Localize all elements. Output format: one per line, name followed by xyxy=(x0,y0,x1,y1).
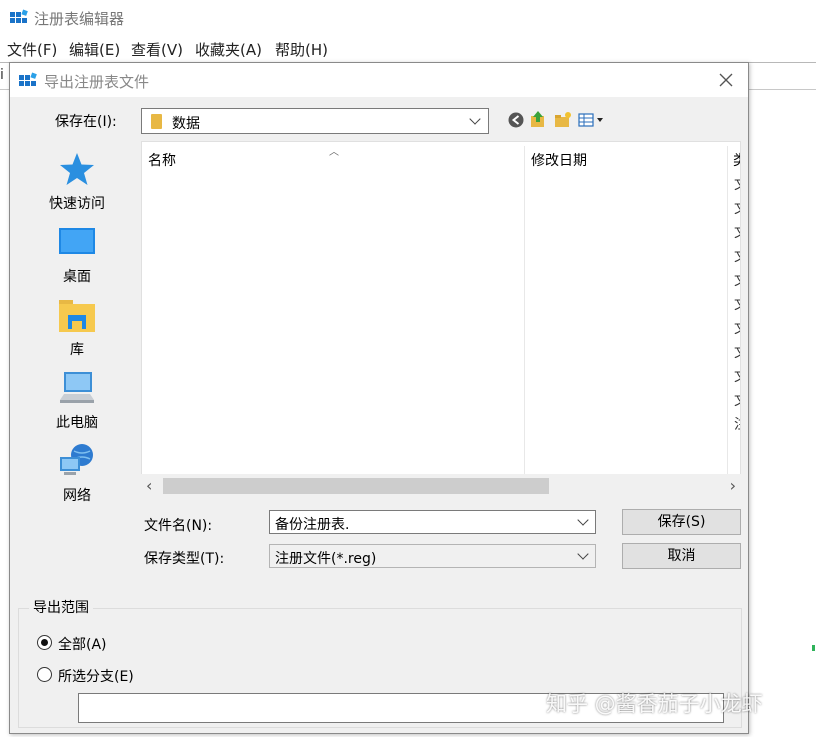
radio-all-label: 全部(A) xyxy=(58,637,107,653)
column-header-type[interactable]: 类 xyxy=(733,150,740,170)
export-range-title: 导出范围 xyxy=(29,597,93,617)
place-network[interactable]: 网络 xyxy=(18,441,136,509)
place-this-pc[interactable]: 此电脑 xyxy=(18,368,136,436)
file-type-cell: 文 xyxy=(734,174,740,194)
save-in-label: 保存在(I): xyxy=(55,114,117,130)
menu-view[interactable]: 查看(V) xyxy=(131,39,183,60)
file-type-cell: 文 xyxy=(734,222,740,242)
folder-icon xyxy=(151,114,162,129)
registry-editor-icon xyxy=(19,72,37,86)
scrollbar-thumb[interactable] xyxy=(163,478,549,494)
dialog-title: 导出注册表文件 xyxy=(44,73,150,91)
place-quick-access[interactable]: 快速访问 xyxy=(18,149,136,217)
cancel-button[interactable]: 取消 xyxy=(622,543,741,569)
place-label: 桌面 xyxy=(63,269,91,285)
app-title: 注册表编辑器 xyxy=(34,10,125,28)
menu-file[interactable]: 文件(F) xyxy=(7,39,57,60)
column-header-modified[interactable]: 修改日期 xyxy=(531,150,587,170)
filetype-value: 注册文件(*.reg) xyxy=(275,551,377,567)
menu-edit[interactable]: 编辑(E) xyxy=(69,39,120,60)
file-type-cell: 文 xyxy=(734,318,740,338)
chevron-down-icon[interactable] xyxy=(577,514,589,526)
column-header-name[interactable]: 名称 xyxy=(148,150,176,170)
filetype-label: 保存类型(T): xyxy=(144,551,225,567)
star-icon xyxy=(60,153,94,185)
file-type-cell: 文 xyxy=(734,198,740,218)
radio-branch-label: 所选分支(E) xyxy=(58,669,134,685)
watermark: 知乎 @酱香茄子小龙虾 xyxy=(546,692,763,716)
column-separator[interactable] xyxy=(524,146,525,476)
file-type-cell: 文 xyxy=(734,342,740,362)
decorative-mark xyxy=(812,645,815,651)
new-folder-icon[interactable] xyxy=(553,109,573,131)
horizontal-scrollbar[interactable]: ‹ › xyxy=(141,474,741,496)
filename-value: 备份注册表. xyxy=(275,517,350,533)
place-label: 此电脑 xyxy=(56,415,98,431)
computer-icon xyxy=(60,372,94,403)
back-icon[interactable] xyxy=(507,109,525,131)
save-in-value: 数据 xyxy=(172,116,200,132)
file-type-cell: 文 xyxy=(734,390,740,410)
up-folder-icon[interactable] xyxy=(529,109,547,131)
file-type-cell: 文 xyxy=(734,270,740,290)
address-bar-fragment: i xyxy=(0,67,4,83)
place-label: 网络 xyxy=(63,488,91,504)
view-menu-icon[interactable] xyxy=(578,109,608,131)
radio-button[interactable] xyxy=(37,667,52,682)
filename-label: 文件名(N): xyxy=(144,518,213,534)
desktop-icon xyxy=(59,228,95,254)
menu-help[interactable]: 帮助(H) xyxy=(275,39,328,60)
places-bar: 快速访问 桌面 库 此电脑 网络 xyxy=(18,141,136,588)
save-in-dropdown[interactable]: 数据 xyxy=(141,108,489,134)
scroll-right-icon[interactable]: › xyxy=(730,476,736,495)
column-separator[interactable] xyxy=(727,146,728,476)
save-button[interactable]: 保存(S) xyxy=(622,509,741,535)
network-icon xyxy=(60,444,93,475)
menu-favorites[interactable]: 收藏夹(A) xyxy=(195,39,262,60)
app-menu-bar: 文件(F) 编辑(E) 查看(V) 收藏夹(A) 帮助(H) xyxy=(0,36,816,62)
place-desktop[interactable]: 桌面 xyxy=(18,222,136,290)
export-dialog: 导出注册表文件 保存在(I): 数据 快速访问 桌面 库 此电脑 网络 ︿ 名称… xyxy=(9,62,749,734)
filename-input[interactable]: 备份注册表. xyxy=(269,510,596,534)
file-type-cell: 文 xyxy=(734,294,740,314)
library-icon xyxy=(59,300,95,332)
sort-caret-icon: ︿ xyxy=(329,147,339,158)
radio-button[interactable] xyxy=(37,635,52,650)
chevron-down-icon xyxy=(469,113,481,125)
place-label: 库 xyxy=(70,342,84,358)
place-label: 快速访问 xyxy=(49,196,105,212)
registry-editor-icon xyxy=(10,9,28,23)
scroll-left-icon[interactable]: ‹ xyxy=(146,476,152,495)
filetype-dropdown[interactable]: 注册文件(*.reg) xyxy=(269,544,596,568)
dialog-title-bar: 导出注册表文件 xyxy=(10,63,748,97)
chevron-down-icon xyxy=(577,548,589,560)
file-type-cell: 注 xyxy=(734,414,740,434)
app-title-bar: 注册表编辑器 xyxy=(0,0,816,36)
close-icon[interactable] xyxy=(716,70,736,90)
file-list[interactable]: ︿ 名称 修改日期 类 文 文 文 文 文 文 文 文 文 文 注 xyxy=(141,141,741,496)
file-type-cell: 文 xyxy=(734,366,740,386)
file-type-cell: 文 xyxy=(734,246,740,266)
place-library[interactable]: 库 xyxy=(18,295,136,363)
